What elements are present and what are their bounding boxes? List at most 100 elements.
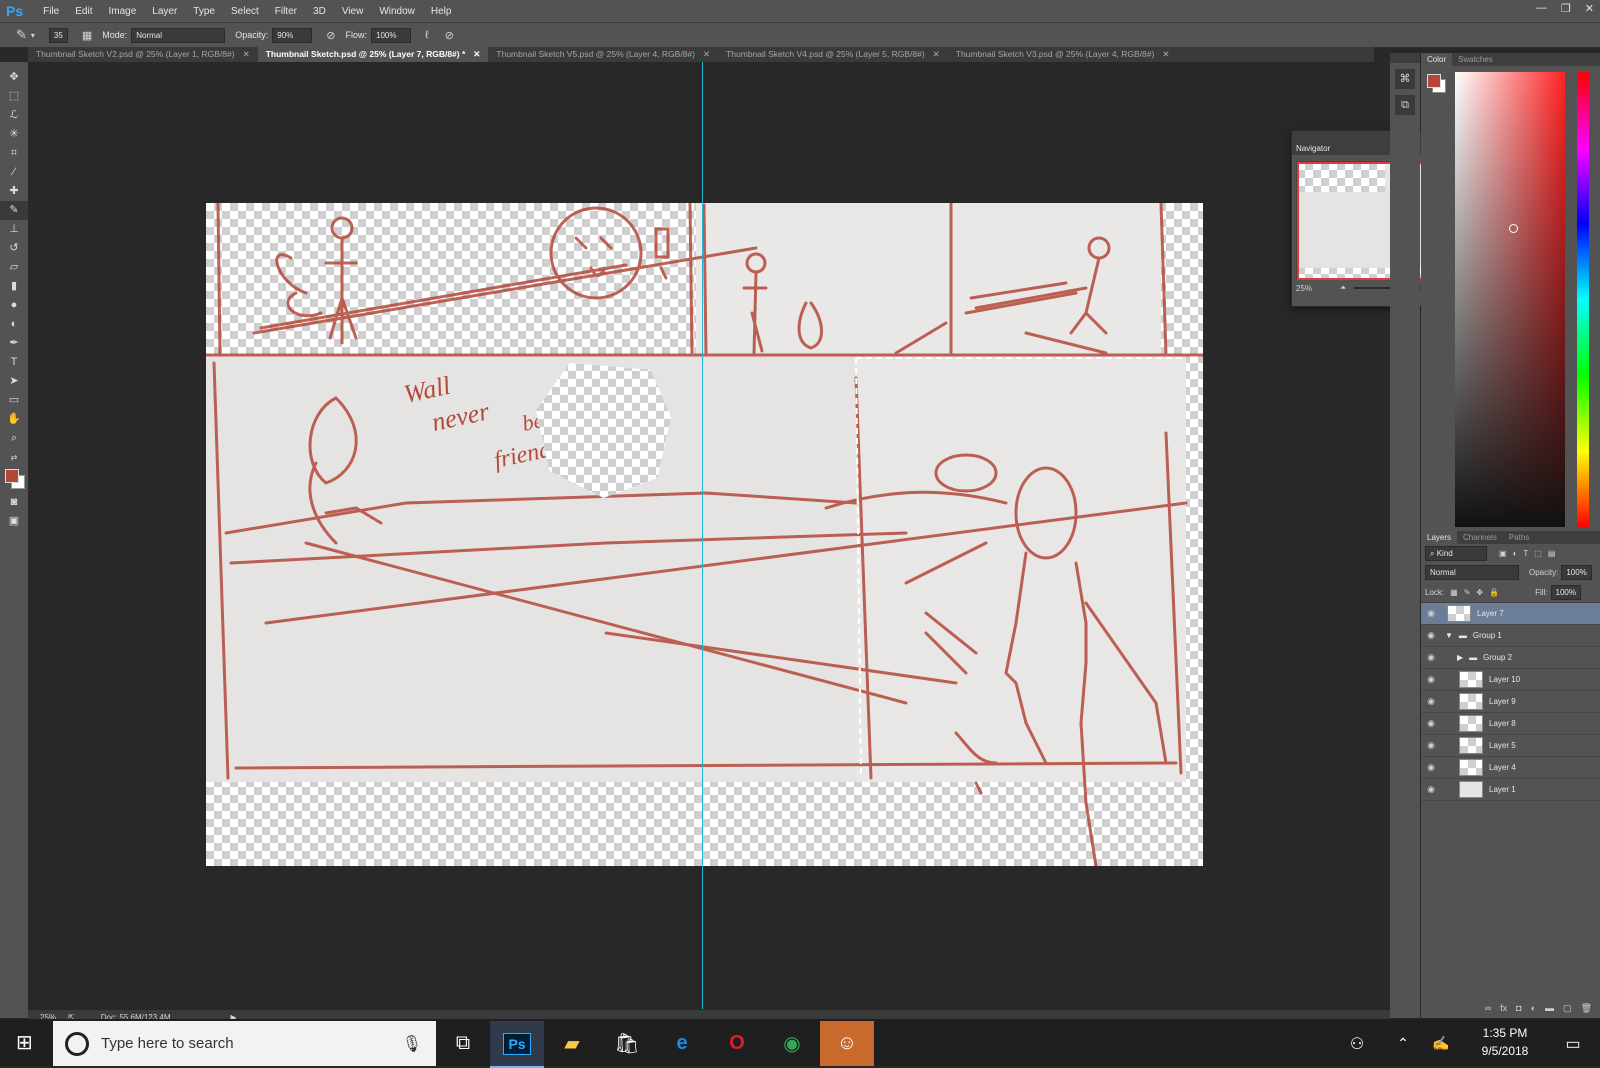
brush-tool-icon[interactable]: ✎ bbox=[16, 27, 27, 43]
menu-filter[interactable]: Filter bbox=[275, 6, 297, 17]
close-icon[interactable]: ✕ bbox=[473, 49, 480, 59]
color-field[interactable] bbox=[1455, 72, 1565, 527]
layer-row-layer-8[interactable]: ◉ Layer 8 bbox=[1421, 713, 1600, 735]
layer-opacity-input[interactable]: 100% bbox=[1561, 564, 1592, 580]
filter-smart-icon[interactable]: ▤ bbox=[1548, 549, 1556, 558]
lock-transparent-icon[interactable]: ▦ bbox=[1450, 588, 1458, 597]
link-icon[interactable]: ∞ bbox=[1485, 1003, 1491, 1017]
zoom-tool-icon[interactable]: ⌕ bbox=[0, 429, 28, 448]
tab-thumbnail-v2[interactable]: Thumbnail Sketch V2.psd @ 25% (Layer 1, … bbox=[28, 47, 258, 62]
clone-stamp-tool-icon[interactable]: ⊥ bbox=[0, 220, 28, 239]
menu-layer[interactable]: Layer bbox=[152, 6, 177, 17]
action-center-icon[interactable]: ▭ bbox=[1546, 1021, 1600, 1066]
pen-tool-icon[interactable]: ✒ bbox=[0, 334, 28, 353]
menu-3d[interactable]: 3D bbox=[313, 6, 326, 17]
layer-row-layer-9[interactable]: ◉ Layer 9 bbox=[1421, 691, 1600, 713]
store-icon[interactable]: 🛍 bbox=[600, 1021, 654, 1066]
move-tool-icon[interactable]: ✥ bbox=[0, 68, 28, 87]
opera-browser-icon[interactable]: O bbox=[710, 1021, 764, 1066]
tab-swatches[interactable]: Swatches bbox=[1452, 53, 1499, 66]
eraser-tool-icon[interactable]: ▱ bbox=[0, 258, 28, 277]
visibility-eye-icon[interactable]: ◉ bbox=[1421, 762, 1441, 773]
visibility-eye-icon[interactable]: ◉ bbox=[1421, 630, 1441, 641]
filter-shape-icon[interactable]: ⬚ bbox=[1534, 549, 1542, 558]
lock-all-icon[interactable]: 🔒 bbox=[1489, 588, 1499, 597]
rectangle-tool-icon[interactable]: ▭ bbox=[0, 391, 28, 410]
healing-brush-tool-icon[interactable]: ✚ bbox=[0, 182, 28, 201]
microphone-icon[interactable]: 🎙 bbox=[402, 1034, 422, 1054]
hand-tool-icon[interactable]: ✋ bbox=[0, 410, 28, 429]
layer-row-layer-1[interactable]: ◉ Layer 1 bbox=[1421, 779, 1600, 801]
foreground-color-chip[interactable] bbox=[1427, 74, 1441, 88]
type-tool-icon[interactable]: T bbox=[0, 353, 28, 372]
edge-browser-icon[interactable]: e bbox=[655, 1021, 709, 1066]
navigator-zoom-value[interactable]: 25% bbox=[1296, 284, 1312, 293]
menu-select[interactable]: Select bbox=[231, 6, 259, 17]
close-button[interactable]: ✕ bbox=[1585, 2, 1594, 15]
tab-paths[interactable]: Paths bbox=[1503, 531, 1535, 544]
navigator-dock-icon[interactable]: ⧉ bbox=[1395, 95, 1415, 115]
close-icon[interactable]: ✕ bbox=[703, 49, 710, 59]
fx-icon[interactable]: fx bbox=[1500, 1003, 1507, 1017]
layer-row-group-1[interactable]: ◉ ▼ ▬ Group 1 bbox=[1421, 625, 1600, 647]
blend-mode-select[interactable]: Normal bbox=[1425, 564, 1519, 580]
lock-paint-icon[interactable]: ✎ bbox=[1464, 588, 1471, 597]
path-selection-tool-icon[interactable]: ➤ bbox=[0, 372, 28, 391]
layer-row-layer-10[interactable]: ◉ Layer 10 bbox=[1421, 669, 1600, 691]
histogram-icon[interactable]: ⌘ bbox=[1395, 69, 1415, 89]
tab-thumbnail-sketch[interactable]: Thumbnail Sketch.psd @ 25% (Layer 7, RGB… bbox=[257, 47, 489, 62]
filter-pixel-icon[interactable]: ▣ bbox=[1499, 549, 1507, 558]
expand-arrow-icon[interactable]: ▼ bbox=[1445, 631, 1453, 640]
eyedropper-tool-icon[interactable]: ⁄ bbox=[0, 163, 28, 182]
menu-window[interactable]: Window bbox=[379, 6, 415, 17]
mask-icon[interactable]: ◘ bbox=[1516, 1003, 1521, 1017]
menu-view[interactable]: View bbox=[342, 6, 364, 17]
visibility-eye-icon[interactable]: ◉ bbox=[1421, 718, 1441, 729]
swap-colors-icon[interactable]: ⇄ bbox=[0, 448, 28, 467]
lasso-tool-icon[interactable]: ℒ bbox=[0, 106, 28, 125]
pressure-opacity-icon[interactable]: ⊘ bbox=[326, 29, 335, 42]
visibility-eye-icon[interactable]: ◉ bbox=[1421, 652, 1441, 663]
new-layer-icon[interactable]: ▢ bbox=[1563, 1003, 1572, 1017]
crop-tool-icon[interactable]: ⌗ bbox=[0, 144, 28, 163]
color-swatches[interactable] bbox=[0, 467, 28, 493]
task-view-icon[interactable]: ⧉ bbox=[436, 1021, 490, 1066]
close-icon[interactable]: ✕ bbox=[243, 49, 250, 59]
adjustment-icon[interactable]: ◐ bbox=[1531, 1003, 1536, 1017]
quick-mask-icon[interactable]: ◙ bbox=[0, 493, 28, 512]
blur-tool-icon[interactable]: ● bbox=[0, 296, 28, 315]
screen-mode-icon[interactable]: ▣ bbox=[0, 512, 28, 531]
dodge-tool-icon[interactable]: ◐ bbox=[0, 315, 28, 334]
file-explorer-icon[interactable]: ▰ bbox=[545, 1021, 599, 1066]
tab-thumbnail-v5[interactable]: Thumbnail Sketch V5.psd @ 25% (Layer 4, … bbox=[488, 47, 718, 62]
filter-type-icon[interactable]: T bbox=[1523, 549, 1528, 558]
photoshop-taskbar-icon[interactable]: Ps bbox=[490, 1021, 544, 1068]
fill-input[interactable]: 100% bbox=[1550, 584, 1581, 600]
layer-row-layer-5[interactable]: ◉ Layer 5 bbox=[1421, 735, 1600, 757]
tool-preset-dropdown-icon[interactable]: ▾ bbox=[31, 31, 35, 40]
magic-wand-tool-icon[interactable]: ✳ bbox=[0, 125, 28, 144]
history-brush-tool-icon[interactable]: ↺ bbox=[0, 239, 28, 258]
minimize-button[interactable]: — bbox=[1536, 2, 1547, 15]
menu-file[interactable]: File bbox=[43, 6, 59, 17]
menu-image[interactable]: Image bbox=[108, 6, 136, 17]
close-icon[interactable]: ✕ bbox=[933, 49, 940, 59]
chrome-browser-icon[interactable]: ◉ bbox=[765, 1021, 819, 1066]
taskbar-search[interactable]: Type here to search 🎙 bbox=[53, 1021, 436, 1066]
menu-help[interactable]: Help bbox=[431, 6, 452, 17]
mode-select[interactable]: Normal bbox=[131, 27, 226, 43]
layer-row-layer-7[interactable]: ◉ Layer 7 bbox=[1421, 603, 1600, 625]
opacity-input[interactable]: 90% bbox=[272, 27, 313, 43]
hue-slider[interactable] bbox=[1577, 72, 1589, 527]
tab-channels[interactable]: Channels bbox=[1457, 531, 1503, 544]
document-canvas[interactable]: Wall never be friends bbox=[206, 203, 1203, 866]
restore-button[interactable]: ❐ bbox=[1561, 2, 1571, 15]
taskbar-clock[interactable]: 1:35 PM 9/5/2018 bbox=[1460, 1024, 1550, 1060]
layer-filter-select[interactable]: ⌕ Kind bbox=[1425, 545, 1487, 561]
tab-layers[interactable]: Layers bbox=[1421, 531, 1458, 544]
zoom-out-icon[interactable]: ⏶ bbox=[1340, 283, 1346, 293]
windows-start-icon[interactable]: ⊞ bbox=[16, 1030, 33, 1055]
visibility-eye-icon[interactable]: ◉ bbox=[1421, 608, 1441, 619]
brush-size-picker[interactable]: 35 bbox=[48, 27, 68, 43]
color-field-picker[interactable] bbox=[1509, 224, 1518, 233]
